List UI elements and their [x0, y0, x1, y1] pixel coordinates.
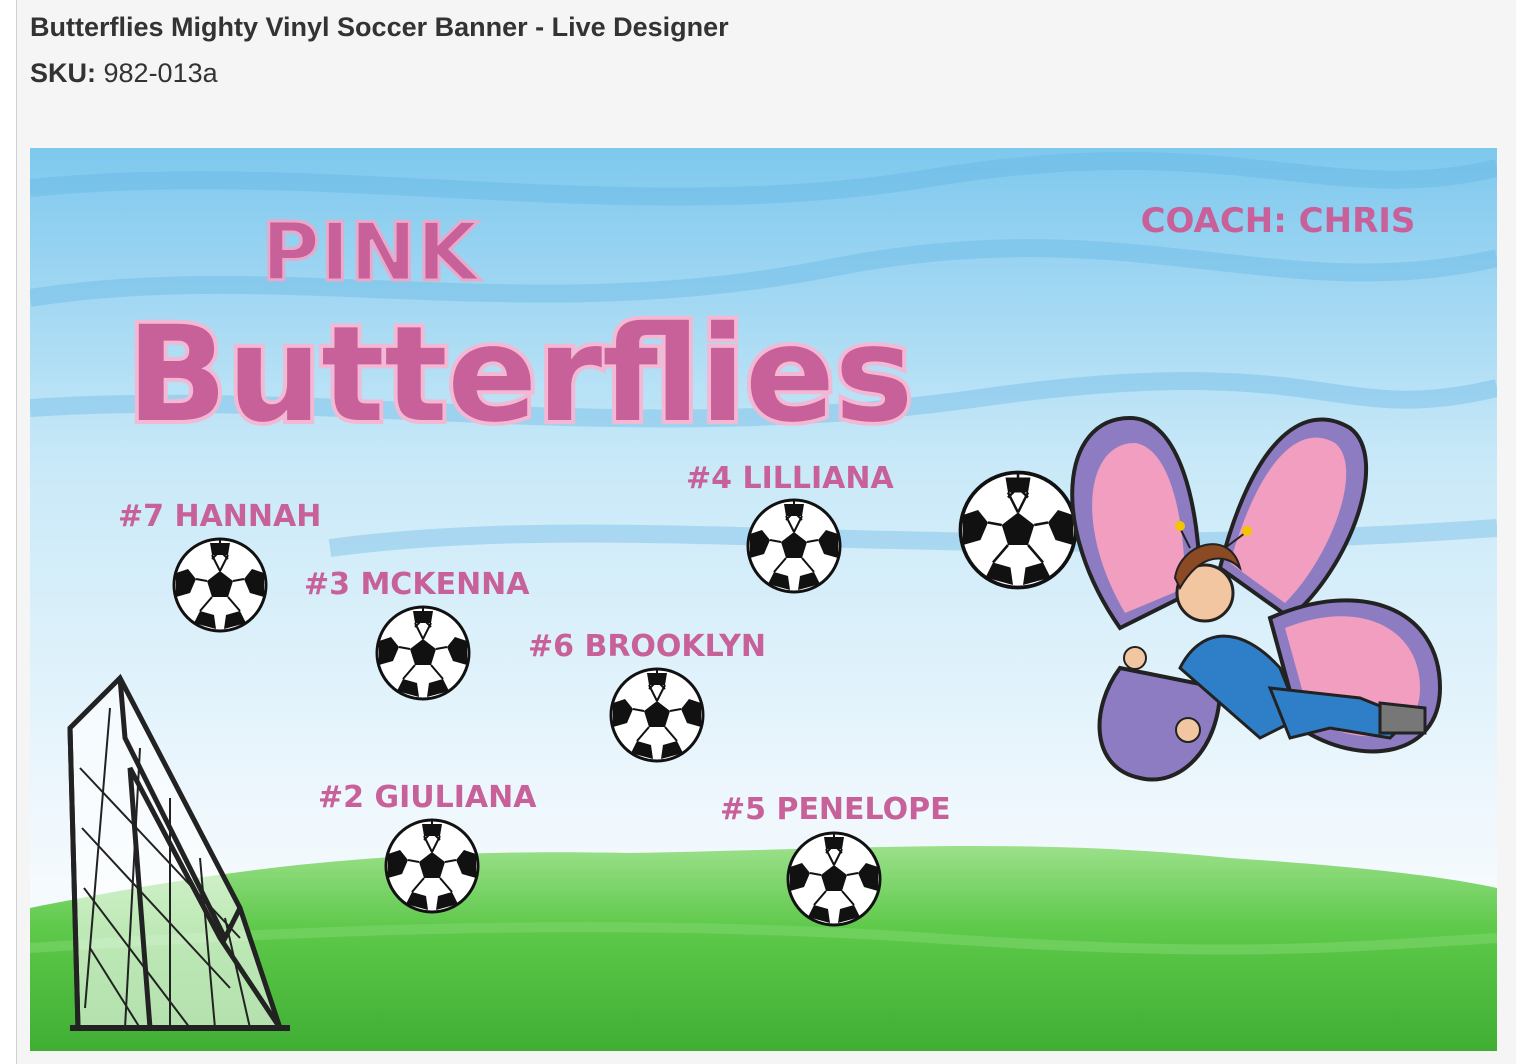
player-name: #4 LILLIANA: [686, 461, 894, 496]
soccer-ball-icon: [375, 605, 471, 701]
team-word-pink: PINK: [261, 206, 481, 299]
soccer-ball-icon: [609, 667, 705, 763]
soccer-ball-icon: [746, 498, 842, 594]
team-word-butterflies: Butterflies: [127, 298, 914, 452]
product-title: Butterflies Mighty Vinyl Soccer Banner -…: [30, 12, 729, 42]
soccer-ball-icon: [384, 818, 480, 914]
soccer-ball-icon: [172, 537, 268, 633]
player-name: #7 HANNAH: [118, 499, 321, 534]
coach-label: COACH: CHRIS: [1141, 201, 1416, 241]
sku-value: 982-013a: [103, 58, 218, 88]
banner-preview[interactable]: PINK Butterflies COACH: CHRIS #7 HANNAH …: [30, 148, 1497, 1051]
product-sku: SKU: 982-013a: [30, 58, 218, 89]
player-name: #5 PENELOPE: [720, 792, 951, 827]
player-name: #3 MCKENNA: [304, 567, 530, 602]
player-name: #2 GIULIANA: [318, 780, 537, 815]
soccer-ball-icon: [958, 470, 1078, 590]
soccer-ball-icon: [786, 831, 882, 927]
player-name: #6 BROOKLYN: [528, 629, 766, 664]
sku-label: SKU:: [30, 58, 96, 88]
